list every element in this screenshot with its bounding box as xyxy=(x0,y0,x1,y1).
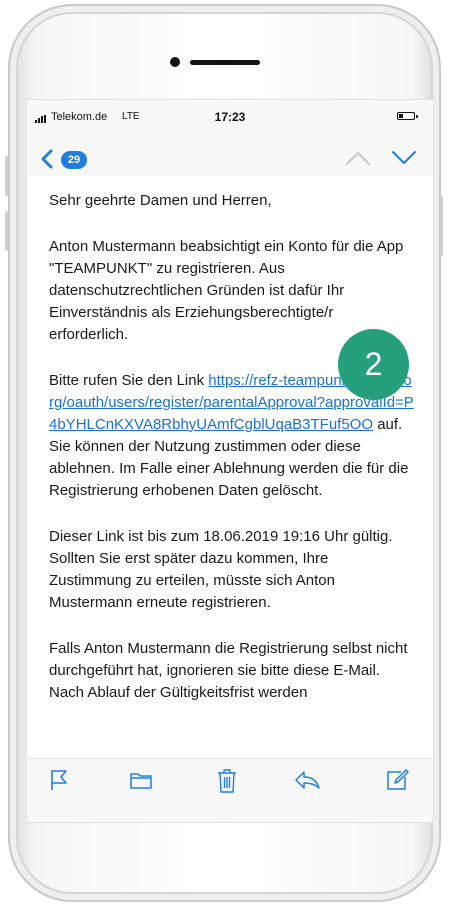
side-button xyxy=(440,196,443,256)
trash-icon[interactable] xyxy=(216,768,238,794)
front-camera xyxy=(170,57,180,67)
folder-icon[interactable] xyxy=(129,768,153,792)
paragraph-prefix: Bitte rufen Sie den Link xyxy=(49,372,209,389)
earpiece-speaker xyxy=(190,60,260,65)
phone-screen: Telekom.de LTE 17:23 29 Sehr geehrte Dam… xyxy=(27,100,433,822)
chevron-down-icon[interactable] xyxy=(391,150,417,166)
battery-icon xyxy=(397,112,415,120)
flag-icon[interactable] xyxy=(49,768,69,792)
reply-icon[interactable] xyxy=(293,768,321,792)
battery-tip xyxy=(416,115,418,118)
screen-bottom xyxy=(27,802,433,822)
status-bar: Telekom.de LTE 17:23 xyxy=(27,100,433,132)
email-greeting: Sehr geehrte Damen und Herren, xyxy=(49,192,272,209)
step-number-badge: 2 xyxy=(338,329,409,400)
side-button xyxy=(5,156,8,196)
email-body: Sehr geehrte Damen und Herren, Anton Mus… xyxy=(27,176,433,758)
compose-icon[interactable] xyxy=(385,768,409,792)
email-paragraph: Dieser Link ist bis zum 18.06.2019 19:16… xyxy=(49,528,393,611)
unread-count-badge[interactable]: 29 xyxy=(61,151,87,169)
status-time: 17:23 xyxy=(214,110,246,124)
chevron-left-icon[interactable] xyxy=(39,149,55,169)
mail-nav-bar: 29 xyxy=(27,140,433,174)
mail-toolbar xyxy=(27,758,433,802)
chevron-up-icon[interactable] xyxy=(345,150,371,166)
email-paragraph: Falls Anton Mustermann die Registrierung… xyxy=(49,640,408,701)
side-button xyxy=(5,211,8,251)
